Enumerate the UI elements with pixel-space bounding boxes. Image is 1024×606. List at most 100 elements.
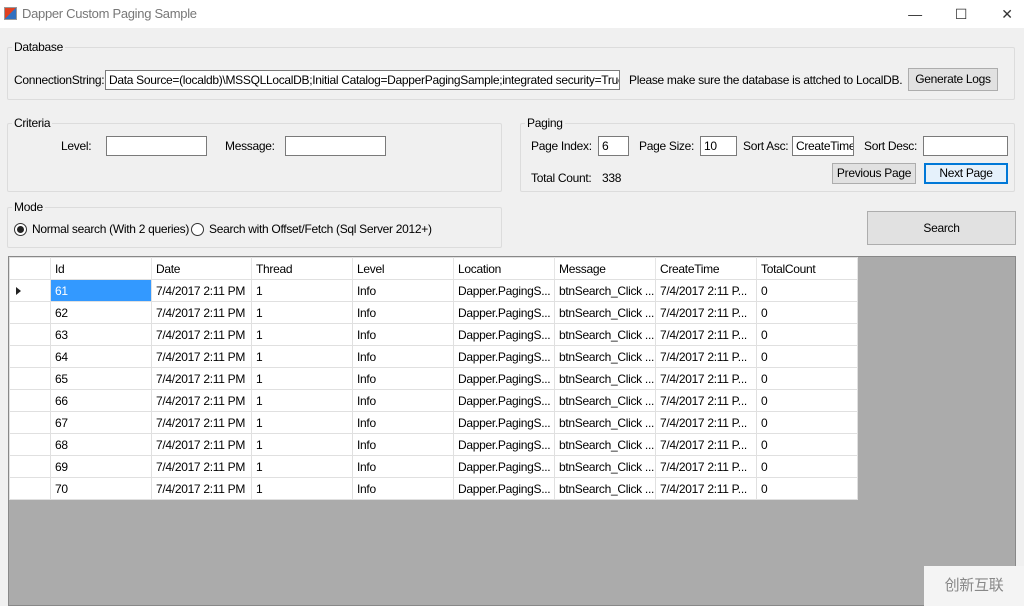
cell-message[interactable]: btnSearch_Click ... xyxy=(554,301,656,324)
cell-createtime[interactable]: 7/4/2017 2:11 P... xyxy=(655,477,757,500)
cell-thread[interactable]: 1 xyxy=(251,389,353,412)
cell-totalcount[interactable]: 0 xyxy=(756,323,858,346)
generate-logs-button[interactable]: Generate Logs xyxy=(908,68,998,91)
cell-level[interactable]: Info xyxy=(352,323,454,346)
cell-totalcount[interactable]: 0 xyxy=(756,345,858,368)
cell-createtime[interactable]: 7/4/2017 2:11 P... xyxy=(655,367,757,390)
row-header[interactable] xyxy=(9,323,51,346)
cell-createtime[interactable]: 7/4/2017 2:11 P... xyxy=(655,279,757,302)
table-row[interactable]: 66 7/4/2017 2:11 PM 1 Info Dapper.PagingS...… xyxy=(9,389,858,412)
table-row[interactable]: 61 7/4/2017 2:11 PM 1 Info Dapper.PagingS...… xyxy=(9,279,858,302)
sort-asc-input[interactable]: CreateTime xyxy=(792,136,854,156)
cell-level[interactable]: Info xyxy=(352,433,454,456)
cell-date[interactable]: 7/4/2017 2:11 PM xyxy=(151,455,252,478)
cell-thread[interactable]: 1 xyxy=(251,345,353,368)
cell-createtime[interactable]: 7/4/2017 2:11 P... xyxy=(655,455,757,478)
cell-id[interactable]: 63 xyxy=(50,323,152,346)
cell-date[interactable]: 7/4/2017 2:11 PM xyxy=(151,367,252,390)
cell-location[interactable]: Dapper.PagingS... xyxy=(453,367,555,390)
column-header-location[interactable]: Location xyxy=(453,257,555,280)
column-header-totalcount[interactable]: TotalCount xyxy=(756,257,858,280)
column-header-thread[interactable]: Thread xyxy=(251,257,353,280)
cell-id[interactable]: 68 xyxy=(50,433,152,456)
cell-totalcount[interactable]: 0 xyxy=(756,411,858,434)
cell-thread[interactable]: 1 xyxy=(251,301,353,324)
cell-message[interactable]: btnSearch_Click ... xyxy=(554,367,656,390)
cell-message[interactable]: btnSearch_Click ... xyxy=(554,477,656,500)
cell-thread[interactable]: 1 xyxy=(251,279,353,302)
cell-location[interactable]: Dapper.PagingS... xyxy=(453,477,555,500)
cell-totalcount[interactable]: 0 xyxy=(756,455,858,478)
cell-createtime[interactable]: 7/4/2017 2:11 P... xyxy=(655,301,757,324)
cell-id[interactable]: 62 xyxy=(50,301,152,324)
cell-message[interactable]: btnSearch_Click ... xyxy=(554,455,656,478)
row-header[interactable] xyxy=(9,477,51,500)
table-row[interactable]: 62 7/4/2017 2:11 PM 1 Info Dapper.PagingS...… xyxy=(9,301,858,324)
results-grid[interactable]: Id Date Thread Level Location Message CreateTi… xyxy=(8,256,1016,606)
cell-level[interactable]: Info xyxy=(352,279,454,302)
table-row[interactable]: 67 7/4/2017 2:11 PM 1 Info Dapper.PagingS...… xyxy=(9,411,858,434)
cell-level[interactable]: Info xyxy=(352,367,454,390)
cell-totalcount[interactable]: 0 xyxy=(756,367,858,390)
column-header-createtime[interactable]: CreateTime xyxy=(655,257,757,280)
cell-thread[interactable]: 1 xyxy=(251,323,353,346)
cell-id[interactable]: 70 xyxy=(50,477,152,500)
table-row[interactable]: 63 7/4/2017 2:11 PM 1 Info Dapper.PagingS...… xyxy=(9,323,858,346)
table-row[interactable]: 68 7/4/2017 2:11 PM 1 Info Dapper.PagingS...… xyxy=(9,433,858,456)
cell-date[interactable]: 7/4/2017 2:11 PM xyxy=(151,433,252,456)
cell-id[interactable]: 61 xyxy=(50,279,152,302)
cell-level[interactable]: Info xyxy=(352,455,454,478)
row-header[interactable] xyxy=(9,279,51,302)
close-button[interactable]: ✕ xyxy=(984,0,1024,28)
cell-id[interactable]: 67 xyxy=(50,411,152,434)
cell-thread[interactable]: 1 xyxy=(251,455,353,478)
row-header[interactable] xyxy=(9,389,51,412)
sort-desc-input[interactable] xyxy=(923,136,1008,156)
page-index-input[interactable]: 6 xyxy=(598,136,629,156)
cell-location[interactable]: Dapper.PagingS... xyxy=(453,455,555,478)
cell-createtime[interactable]: 7/4/2017 2:11 P... xyxy=(655,433,757,456)
column-header-id[interactable]: Id xyxy=(50,257,152,280)
cell-createtime[interactable]: 7/4/2017 2:11 P... xyxy=(655,345,757,368)
cell-location[interactable]: Dapper.PagingS... xyxy=(453,433,555,456)
maximize-button[interactable]: ☐ xyxy=(938,0,984,28)
page-size-input[interactable]: 10 xyxy=(700,136,737,156)
cell-location[interactable]: Dapper.PagingS... xyxy=(453,389,555,412)
cell-createtime[interactable]: 7/4/2017 2:11 P... xyxy=(655,389,757,412)
cell-id[interactable]: 65 xyxy=(50,367,152,390)
next-page-button[interactable]: Next Page xyxy=(924,163,1008,184)
cell-location[interactable]: Dapper.PagingS... xyxy=(453,323,555,346)
cell-message[interactable]: btnSearch_Click ... xyxy=(554,433,656,456)
cell-level[interactable]: Info xyxy=(352,345,454,368)
table-row[interactable]: 70 7/4/2017 2:11 PM 1 Info Dapper.PagingS...… xyxy=(9,477,858,500)
cell-id[interactable]: 69 xyxy=(50,455,152,478)
cell-createtime[interactable]: 7/4/2017 2:11 P... xyxy=(655,411,757,434)
cell-message[interactable]: btnSearch_Click ... xyxy=(554,345,656,368)
cell-level[interactable]: Info xyxy=(352,477,454,500)
cell-location[interactable]: Dapper.PagingS... xyxy=(453,345,555,368)
cell-level[interactable]: Info xyxy=(352,411,454,434)
normal-search-label[interactable]: Normal search (With 2 queries) xyxy=(32,222,189,236)
cell-thread[interactable]: 1 xyxy=(251,411,353,434)
cell-message[interactable]: btnSearch_Click ... xyxy=(554,411,656,434)
row-header[interactable] xyxy=(9,345,51,368)
cell-date[interactable]: 7/4/2017 2:11 PM xyxy=(151,323,252,346)
previous-page-button[interactable]: Previous Page xyxy=(832,163,916,184)
cell-date[interactable]: 7/4/2017 2:11 PM xyxy=(151,301,252,324)
level-input[interactable] xyxy=(106,136,207,156)
cell-location[interactable]: Dapper.PagingS... xyxy=(453,411,555,434)
cell-thread[interactable]: 1 xyxy=(251,433,353,456)
cell-totalcount[interactable]: 0 xyxy=(756,389,858,412)
cell-totalcount[interactable]: 0 xyxy=(756,301,858,324)
cell-date[interactable]: 7/4/2017 2:11 PM xyxy=(151,279,252,302)
cell-date[interactable]: 7/4/2017 2:11 PM xyxy=(151,477,252,500)
cell-date[interactable]: 7/4/2017 2:11 PM xyxy=(151,411,252,434)
cell-createtime[interactable]: 7/4/2017 2:11 P... xyxy=(655,323,757,346)
connection-string-input[interactable]: Data Source=(localdb)\MSSQLLocalDB;Initi… xyxy=(105,70,620,90)
cell-location[interactable]: Dapper.PagingS... xyxy=(453,279,555,302)
cell-totalcount[interactable]: 0 xyxy=(756,279,858,302)
normal-search-radio[interactable] xyxy=(14,223,27,236)
row-header[interactable] xyxy=(9,301,51,324)
cell-message[interactable]: btnSearch_Click ... xyxy=(554,279,656,302)
cell-thread[interactable]: 1 xyxy=(251,477,353,500)
